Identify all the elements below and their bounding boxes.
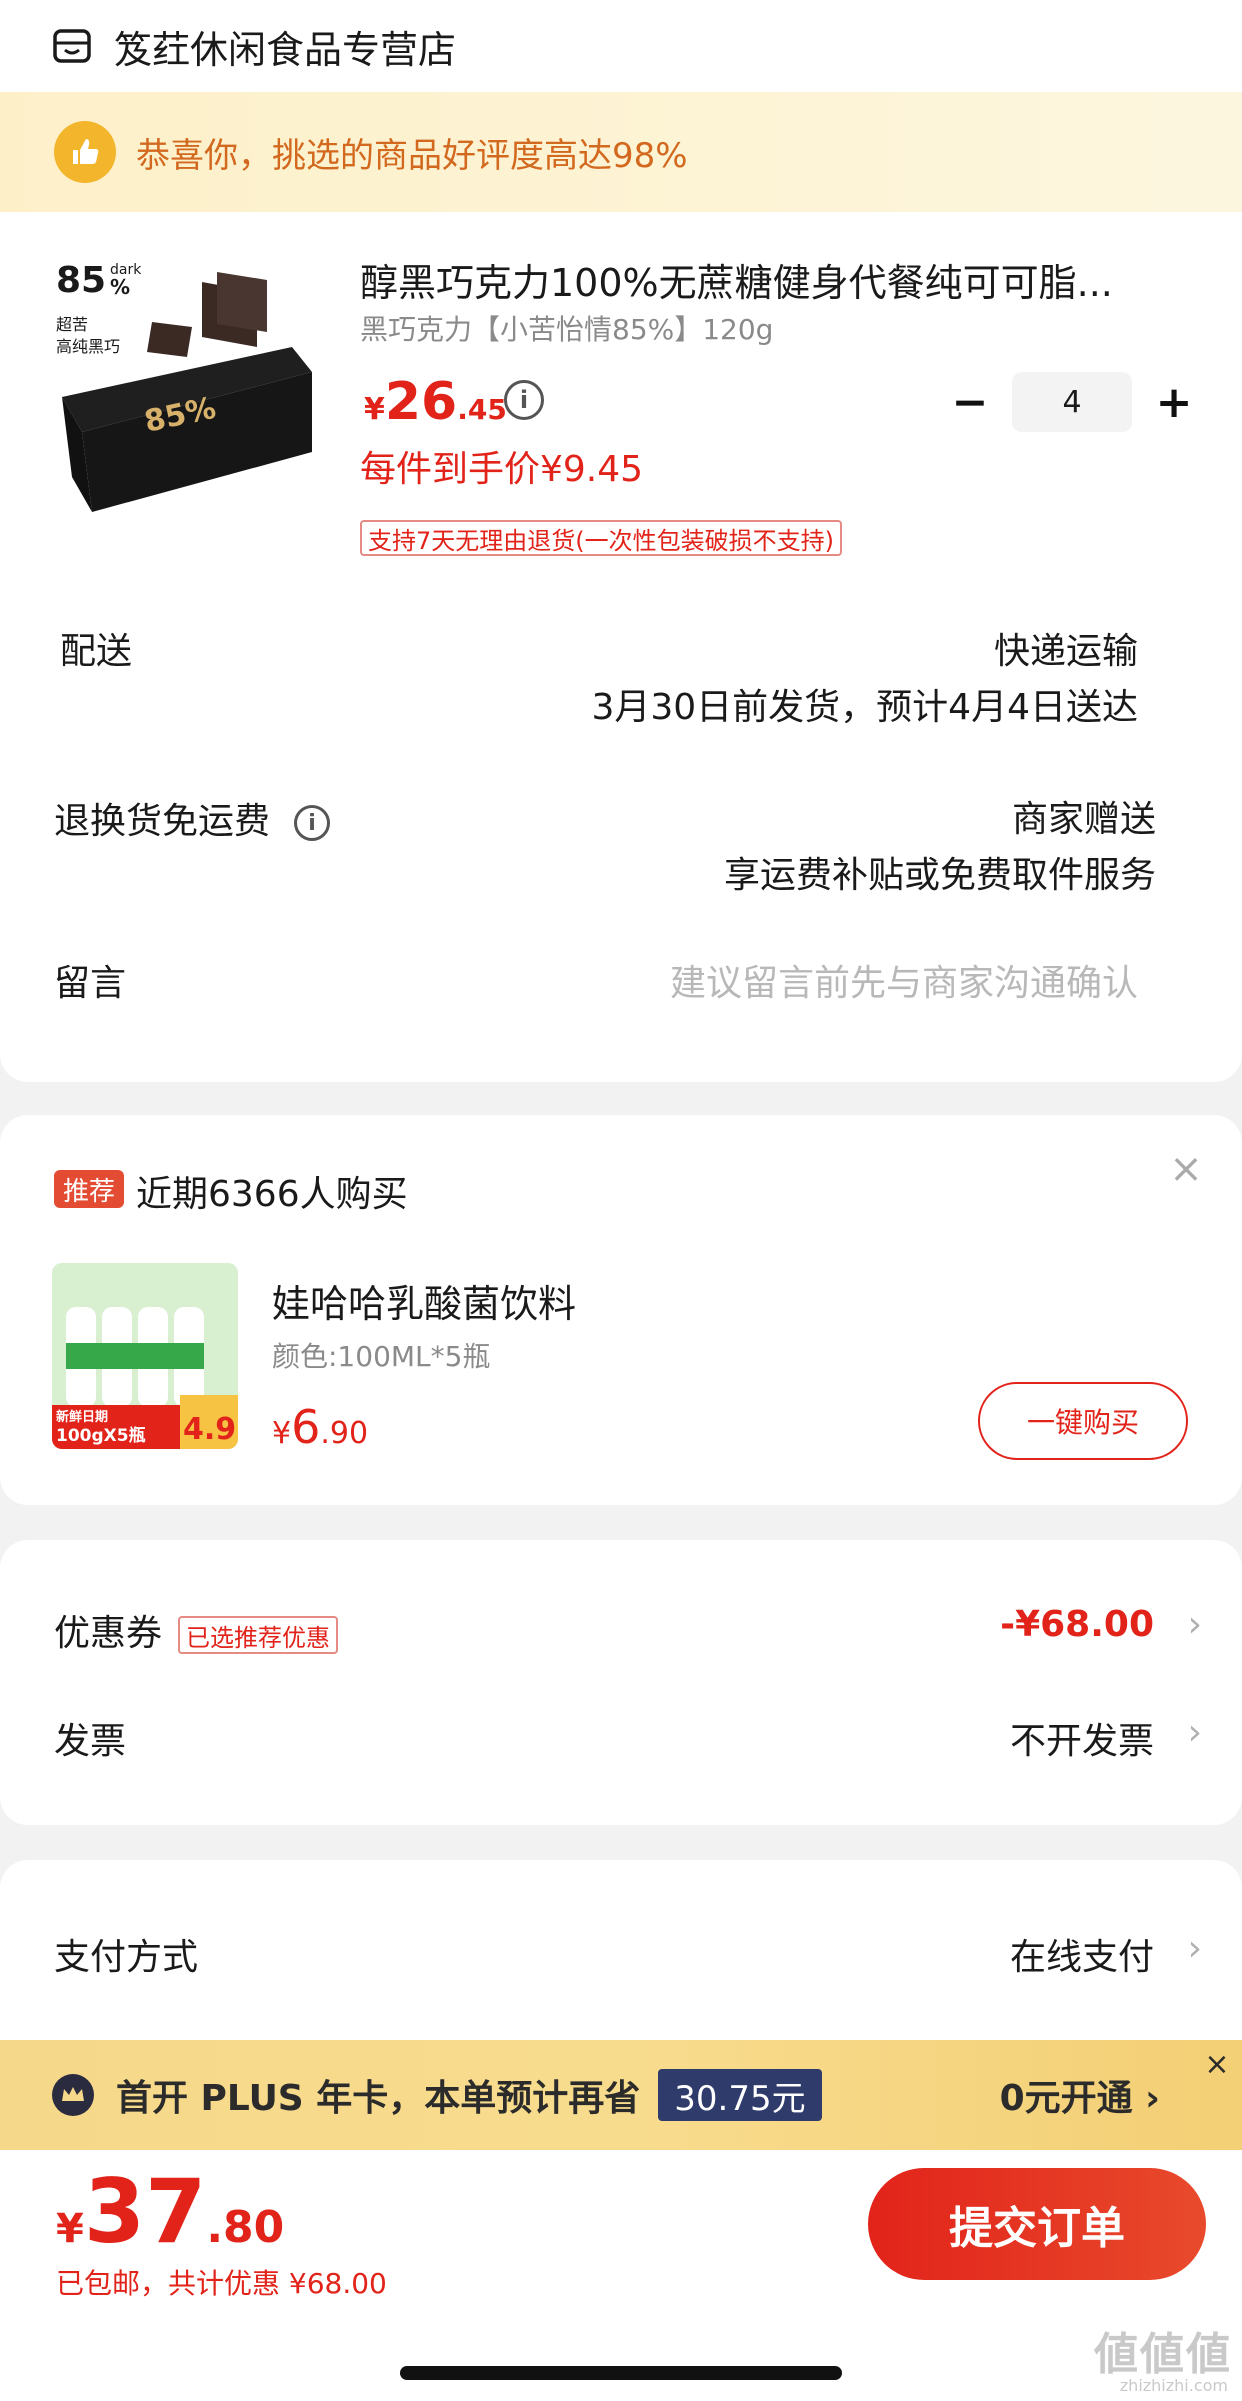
price-symbol: ¥ (364, 392, 385, 427)
plus-banner[interactable]: 首开 PLUS 年卡，本单预计再省 30.75元 0元开通 › × (0, 2040, 1242, 2150)
recommend-name[interactable]: 娃哈哈乳酸菌饮料 (272, 1273, 576, 1328)
payment-card: 支付方式 在线支付 › (0, 1860, 1242, 2060)
product-spec[interactable]: 黑巧克力【小苦怡情85%】120g (360, 308, 773, 348)
home-indicator[interactable] (400, 2366, 842, 2380)
store-name[interactable]: 笈荭休闲食品专营店 (114, 19, 456, 74)
recommend-image-tag: 新鲜日期 (56, 1409, 108, 1425)
return-shipping-value1: 商家赠送 (1011, 799, 1156, 840)
unit-price: 每件到手价¥9.45 (360, 449, 644, 490)
plus-open-button[interactable]: 0元开通 › (1000, 2069, 1160, 2121)
watermark-logo: 値値値 (1094, 2329, 1232, 2380)
recommend-image-price: 4.9 (183, 1412, 236, 1447)
recommend-title: 近期6366人购买 (136, 1174, 408, 1215)
recommend-price: ¥ 6 .90 (272, 1400, 368, 1454)
checkout-bar: ¥ 37 .80 已包邮，共计优惠 ¥68.00 提交订单 (0, 2150, 1242, 2401)
recommend-spec: 颜色:100ML*5瓶 (272, 1340, 491, 1373)
product-title[interactable]: 醇黑巧克力100%无蔗糖健身代餐纯可可脂... (360, 252, 1160, 307)
plus-button[interactable]: + (1144, 372, 1204, 432)
recommend-card: 推荐 近期6366人购买 × 新鲜日期 100gX5瓶 4.9 娃哈哈乳酸菌饮料… (0, 1115, 1242, 1505)
plus-text: 首开 PLUS 年卡，本单预计再省 (116, 2078, 641, 2119)
coupon-label: 优惠券 (54, 1613, 163, 1654)
invoice-label: 发票 (54, 1721, 127, 1762)
recommend-badge: 推荐 (54, 1170, 124, 1208)
payment-chevron-icon[interactable]: › (1188, 1928, 1202, 1969)
recommend-price-int: 6 (291, 1400, 321, 1454)
coupon-card: 优惠券 已选推荐优惠 -¥68.00 › 发票 不开发票 › (0, 1540, 1242, 1825)
return-shipping-value2: 享运费补贴或免费取件服务 (723, 855, 1156, 896)
total-note: 已包邮，共计优惠 ¥68.00 (56, 2267, 387, 2300)
payment-label: 支付方式 (54, 1937, 199, 1978)
svg-text:%: % (110, 275, 130, 299)
image-line1: 超苦 (56, 315, 88, 334)
delivery-eta: 3月30日前发货，预计4月4日送达 (591, 687, 1138, 728)
watermark-url: zhizhizhi.com (1119, 2376, 1228, 2395)
return-shipping-label: 退换货免运费 (54, 801, 271, 842)
price-int: 26 (384, 372, 458, 432)
coupon-tag: 已选推荐优惠 (178, 1616, 339, 1654)
coupon-row[interactable]: 优惠券 已选推荐优惠 (54, 1604, 339, 1656)
praise-banner: 恭喜你，挑选的商品好评度高达98% (0, 92, 1242, 212)
recommend-image[interactable]: 新鲜日期 100gX5瓶 4.9 (52, 1263, 238, 1449)
plus-crown-icon (52, 2074, 94, 2116)
recommend-price-symbol: ¥ (272, 1416, 292, 1451)
product-price: ¥ 26 .45 (364, 372, 507, 432)
close-icon[interactable]: × (1166, 1149, 1206, 1189)
message-input[interactable]: 建议留言前先与商家沟通确认 (670, 954, 1138, 1006)
recommend-image-size: 100gX5瓶 (56, 1425, 146, 1446)
price-dec: .45 (457, 393, 507, 426)
total-int: 37 (83, 2160, 207, 2263)
total-dec: .80 (206, 2202, 285, 2253)
store-icon (53, 29, 91, 63)
invoice-chevron-icon[interactable]: › (1188, 1712, 1202, 1753)
one-click-buy-button[interactable]: 一键购买 (978, 1382, 1188, 1460)
image-percent: 85 (56, 260, 106, 301)
store-header[interactable]: 笈荭休闲食品专营店 (0, 0, 1242, 92)
total-symbol: ¥ (56, 2206, 84, 2252)
plus-save-amount: 30.75元 (658, 2069, 822, 2121)
product-image[interactable]: 85 dark % 超苦 高纯黑巧 85% (52, 252, 312, 532)
return-policy-badge: 支持7天无理由退货(一次性包装破损不支持) (360, 520, 842, 556)
message-label: 留言 (54, 963, 127, 1004)
delivery-method: 快递运输 (993, 631, 1138, 672)
image-line2: 高纯黑巧 (56, 337, 120, 356)
minus-button[interactable]: − (940, 372, 1000, 432)
coupon-value[interactable]: -¥68.00 (1000, 1604, 1154, 1645)
product-card: 85 dark % 超苦 高纯黑巧 85% 醇黑巧克力100%无蔗糖健身代餐纯可… (0, 212, 1242, 1082)
coupon-chevron-icon[interactable]: › (1188, 1604, 1202, 1645)
price-info-icon[interactable]: i (504, 380, 544, 420)
praise-text: 恭喜你，挑选的商品好评度高达98% (136, 135, 688, 176)
invoice-value[interactable]: 不开发票 (1010, 1712, 1154, 1764)
thumbs-up-icon (54, 121, 116, 183)
delivery-label: 配送 (60, 631, 133, 672)
total-price: ¥ 37 .80 (56, 2160, 284, 2263)
submit-order-button[interactable]: 提交订单 (868, 2168, 1206, 2280)
return-shipping-info-icon[interactable]: i (294, 805, 331, 841)
plus-close-icon[interactable]: × (1200, 2048, 1234, 2082)
return-shipping-row: 退换货免运费 i (54, 792, 331, 844)
quantity-stepper: − 4 + (940, 372, 1204, 432)
recommend-price-dec: .90 (320, 1416, 369, 1451)
quantity-input[interactable]: 4 (1012, 372, 1132, 432)
payment-value[interactable]: 在线支付 (1010, 1928, 1154, 1980)
